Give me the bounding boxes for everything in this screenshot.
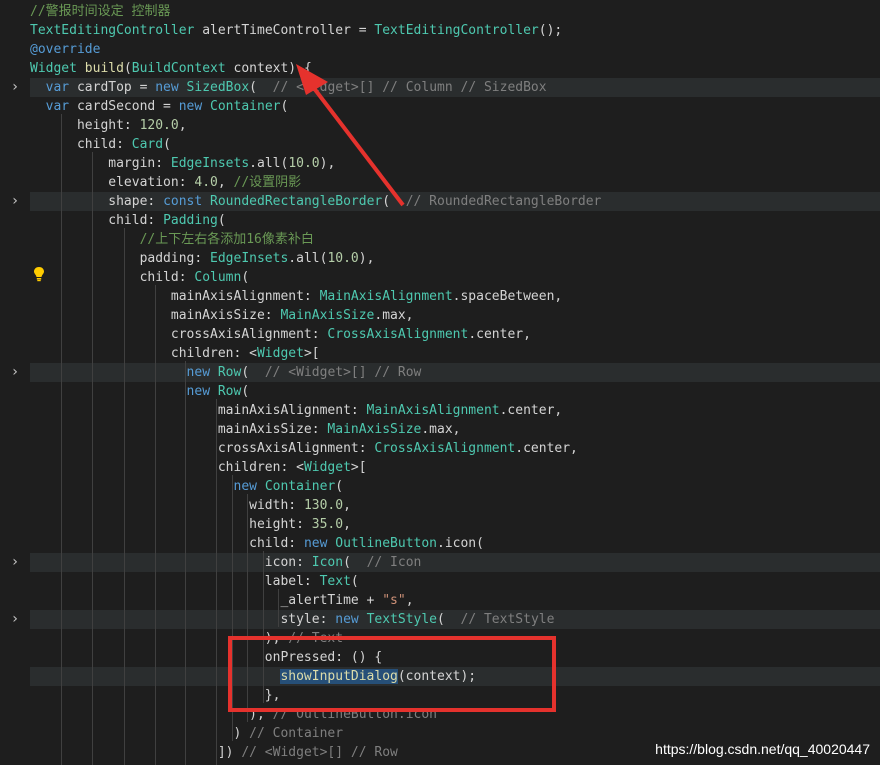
annotation-highlight-box <box>228 636 556 712</box>
watermark: https://blog.csdn.net/qq_40020447 <box>655 741 870 757</box>
